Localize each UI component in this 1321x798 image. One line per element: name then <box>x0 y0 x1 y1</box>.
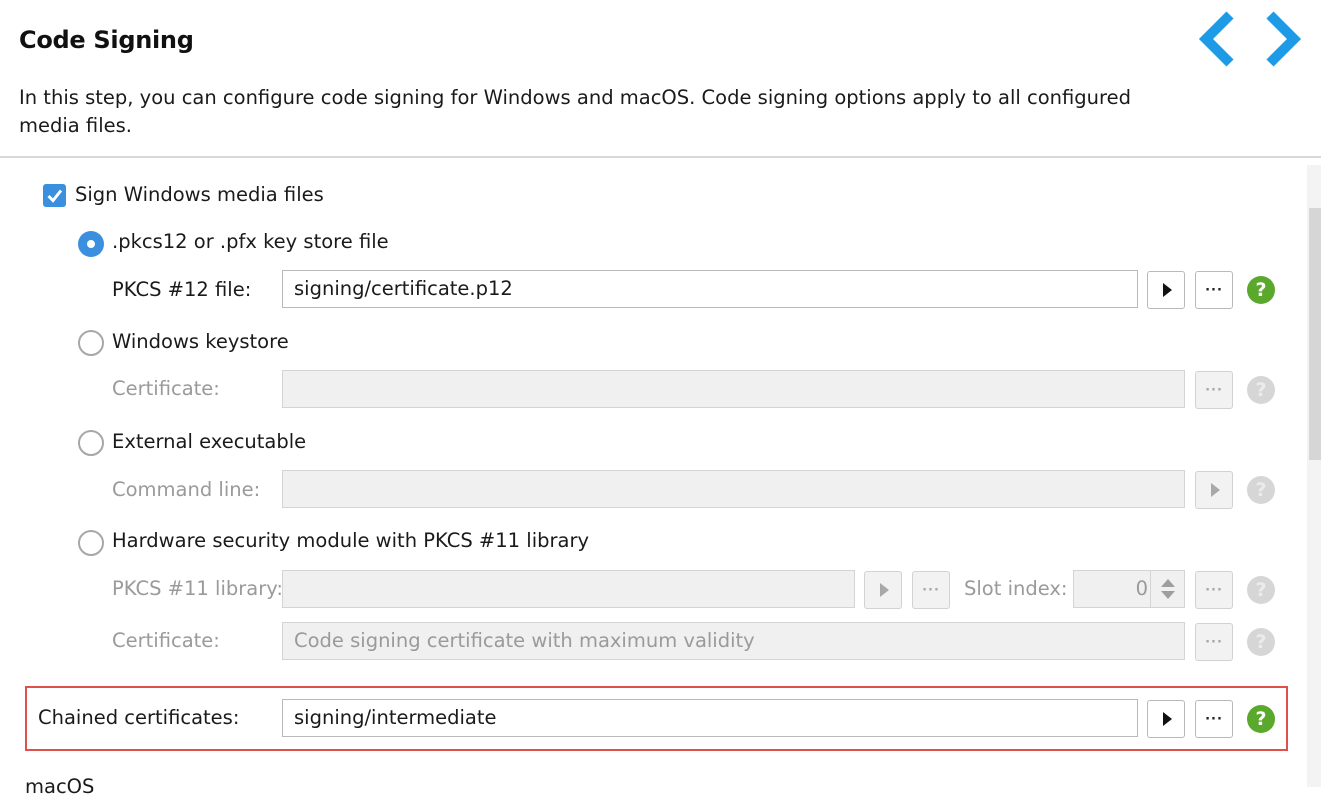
chained-certificates-label: Chained certificates: <box>38 706 240 729</box>
ellipsis-icon: ··· <box>1205 382 1223 398</box>
arrow-down-icon <box>1161 591 1175 599</box>
play-icon <box>880 583 889 597</box>
external-executable-radio[interactable] <box>78 430 104 456</box>
command-line-help-icon[interactable]: ? <box>1247 476 1275 504</box>
keystore-browse-button[interactable]: ··· <box>1195 371 1233 409</box>
ellipsis-icon: ··· <box>1205 282 1223 298</box>
play-icon <box>1163 283 1172 297</box>
hsm-certificate-input[interactable]: Code signing certificate with maximum va… <box>282 622 1185 660</box>
pkcs11-library-input[interactable] <box>282 570 855 608</box>
keystore-help-icon[interactable]: ? <box>1247 376 1275 404</box>
hsm-certificate-browse-button[interactable]: ··· <box>1195 623 1233 661</box>
pkcs11-browse-button[interactable]: ··· <box>912 571 950 609</box>
external-executable-label[interactable]: External executable <box>112 430 306 453</box>
pkcs12-browse-button[interactable]: ··· <box>1195 271 1233 309</box>
pkcs11-run-button[interactable] <box>864 571 902 609</box>
header-divider <box>0 156 1321 158</box>
pkcs11-library-label: PKCS #11 library: <box>112 577 283 600</box>
slot-index-label: Slot index: <box>964 577 1068 600</box>
sign-windows-checkbox[interactable] <box>43 184 66 207</box>
command-line-input[interactable] <box>282 470 1185 508</box>
ellipsis-icon: ··· <box>1205 711 1223 727</box>
pkcs12-help-icon[interactable]: ? <box>1247 276 1275 304</box>
chevron-left-icon <box>1198 11 1234 67</box>
chained-help-icon[interactable]: ? <box>1247 705 1275 733</box>
ellipsis-icon: ··· <box>1205 634 1223 650</box>
pkcs11-help-icon[interactable]: ? <box>1247 576 1275 604</box>
play-icon <box>1211 483 1220 497</box>
ellipsis-icon: ··· <box>1205 582 1223 598</box>
slot-index-spinner[interactable]: 0 <box>1073 570 1185 608</box>
keystore-certificate-label: Certificate: <box>112 377 220 400</box>
hsm-label[interactable]: Hardware security module with PKCS #11 l… <box>112 529 589 552</box>
pkcs12-file-label: PKCS #12 file: <box>112 278 252 301</box>
chained-certificates-input[interactable]: signing/intermediate <box>282 699 1138 737</box>
page-title: Code Signing <box>19 26 194 54</box>
command-line-run-button[interactable] <box>1195 471 1233 509</box>
forward-button[interactable] <box>1260 9 1306 69</box>
pkcs12-radio-label[interactable]: .pkcs12 or .pfx key store file <box>112 230 389 253</box>
spinner-arrows[interactable] <box>1150 571 1184 607</box>
arrow-up-icon <box>1161 579 1175 587</box>
scrollbar-thumb[interactable] <box>1309 208 1321 460</box>
play-icon <box>1163 712 1172 726</box>
keystore-certificate-input[interactable] <box>282 370 1185 408</box>
windows-keystore-label[interactable]: Windows keystore <box>112 330 289 353</box>
hsm-certificate-help-icon[interactable]: ? <box>1247 628 1275 656</box>
back-button[interactable] <box>1194 9 1240 69</box>
hsm-radio[interactable] <box>78 530 104 556</box>
command-line-label: Command line: <box>112 478 261 501</box>
sign-windows-label[interactable]: Sign Windows media files <box>75 183 324 206</box>
hsm-certificate-label: Certificate: <box>112 629 220 652</box>
page-description: In this step, you can configure code sig… <box>19 86 1131 137</box>
slot-browse-button[interactable]: ··· <box>1195 571 1233 609</box>
pkcs12-file-input[interactable]: signing/certificate.p12 <box>282 270 1138 308</box>
slot-index-value: 0 <box>1135 577 1148 600</box>
chevron-right-icon <box>1266 11 1302 67</box>
pkcs12-radio[interactable] <box>78 231 104 257</box>
windows-keystore-radio[interactable] <box>78 330 104 356</box>
chained-browse-button[interactable]: ··· <box>1195 700 1233 738</box>
chained-run-button[interactable] <box>1147 700 1185 738</box>
pkcs12-run-button[interactable] <box>1147 271 1185 309</box>
checkmark-icon <box>47 189 63 203</box>
ellipsis-icon: ··· <box>922 582 940 598</box>
